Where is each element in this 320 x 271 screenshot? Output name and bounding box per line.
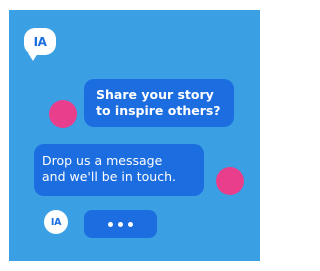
typing-indicator: [84, 210, 157, 238]
user-avatar-dot: [49, 100, 77, 128]
brand-avatar: IA: [44, 210, 68, 234]
bubble-line: and we'll be in touch.: [42, 169, 176, 184]
logo-text: IA: [33, 34, 47, 49]
brand-logo: IA: [24, 28, 56, 61]
bubble-line: Share your story: [96, 87, 214, 102]
chat-bubble-reply: Drop us a message and we'll be in touch.: [34, 144, 204, 196]
bubble-line: Drop us a message: [42, 153, 163, 168]
typing-dot-icon: [108, 221, 113, 227]
user-avatar-dot: [216, 167, 244, 195]
bubble-line: to inspire others?: [96, 103, 221, 118]
typing-dot-icon: [118, 221, 123, 227]
speech-tail-icon: [28, 53, 38, 61]
typing-dot-icon: [128, 221, 133, 227]
avatar-text: IA: [50, 216, 62, 228]
chat-bubble-question: Share your story to inspire others?: [84, 79, 234, 127]
